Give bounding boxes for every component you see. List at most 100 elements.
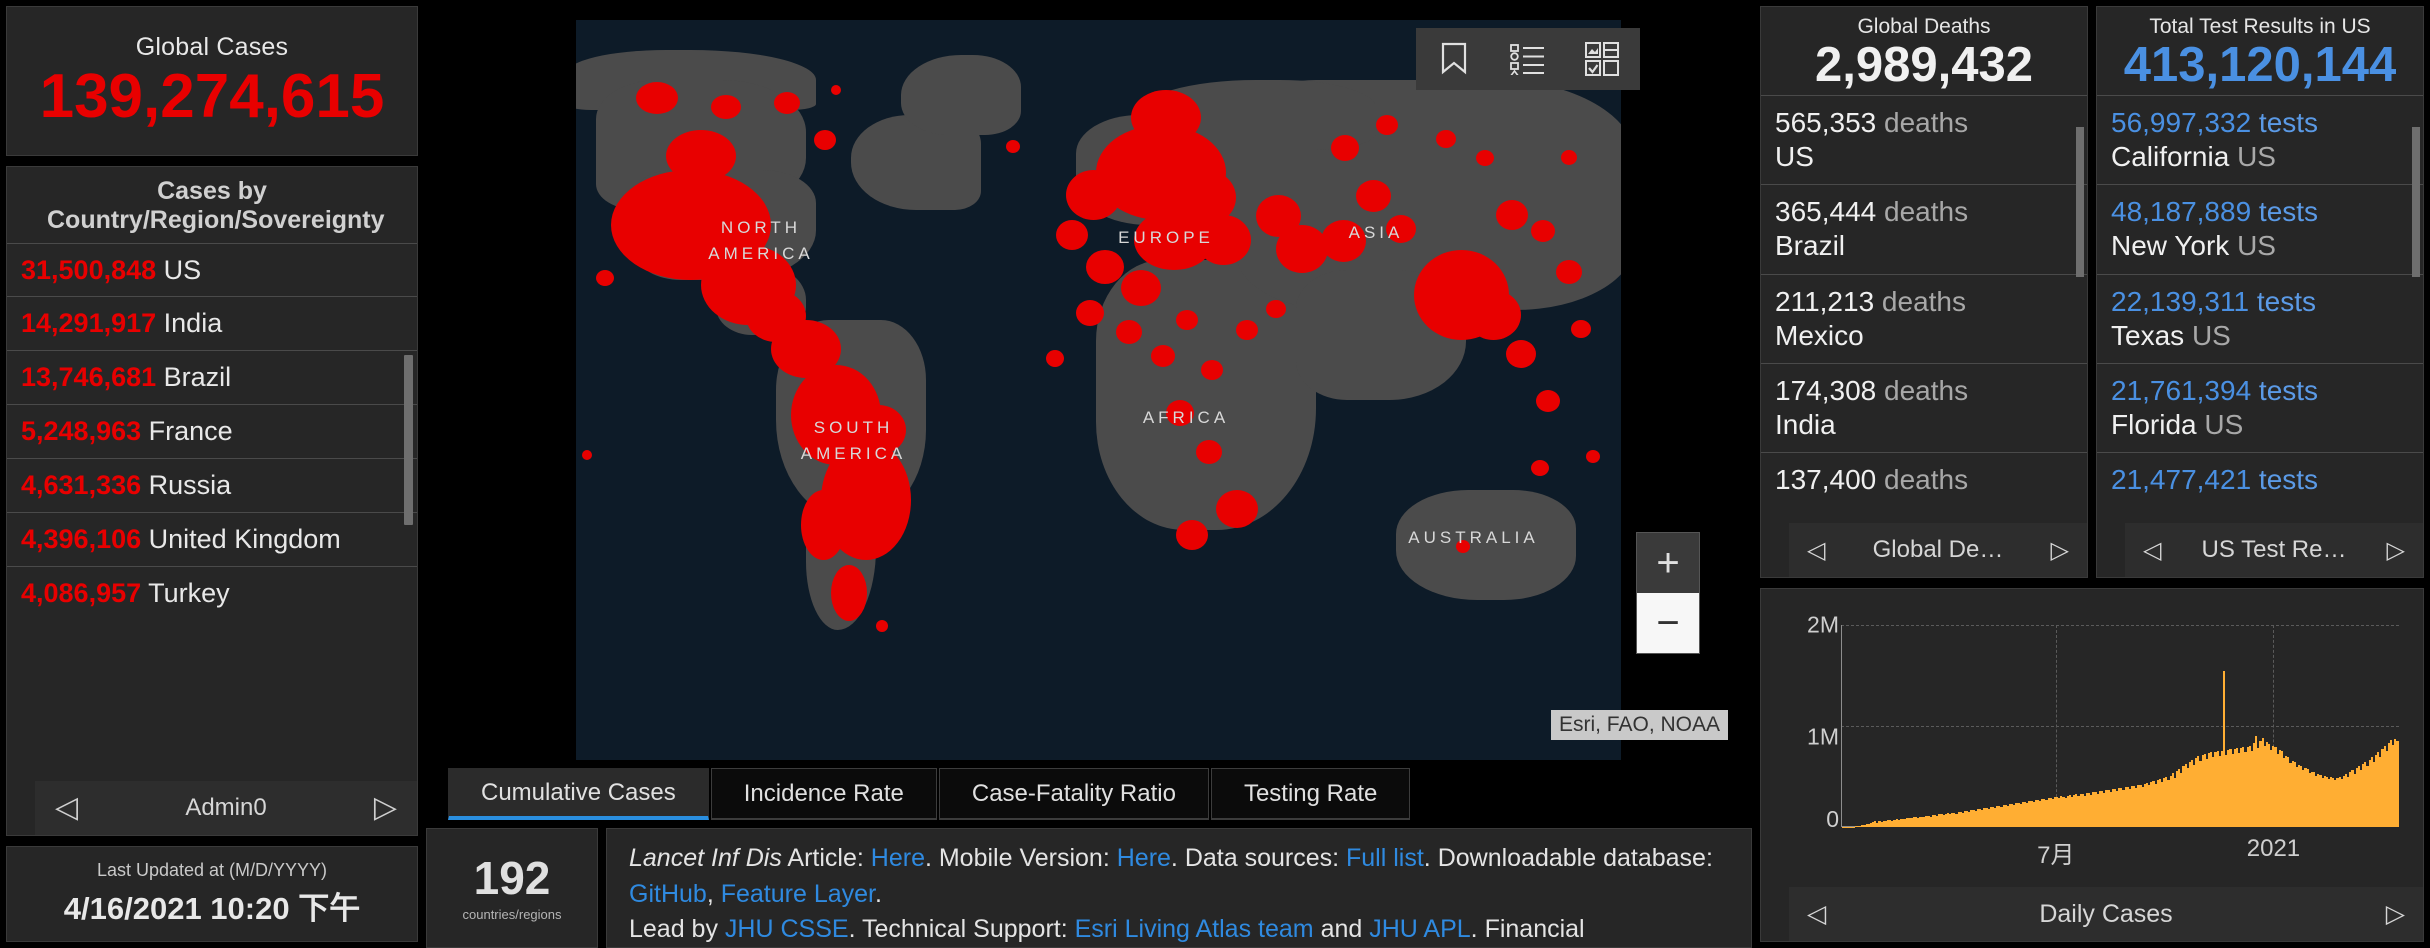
notes-text: . Downloadable database: [1423, 844, 1713, 873]
place-suffix: US [2237, 230, 2276, 262]
global-deaths-list[interactable]: 565,353 deaths US 365,444 deaths Brazil 21… [1761, 94, 2087, 577]
list-item[interactable]: 31,500,848 US [7, 242, 417, 297]
cases-by-country-list[interactable]: 31,500,848 US 14,291,917 India 13,746,68… [7, 242, 417, 782]
place-name: US [1775, 141, 1814, 173]
test-results-title: Total Test Results in US [2149, 15, 2371, 38]
test-count: 56,997,332 [2111, 106, 2252, 138]
nav-label: US Test Re… [2201, 536, 2347, 563]
link-jhu-csse[interactable]: JHU CSSE [725, 915, 849, 943]
case-count: 4,631,336 [21, 470, 142, 501]
next-arrow-icon[interactable]: ▷ [2387, 536, 2405, 565]
case-count: 14,291,917 [21, 308, 157, 339]
link-esri-living-atlas[interactable]: Esri Living Atlas team [1075, 915, 1314, 943]
country-name: India [163, 308, 223, 339]
list-item[interactable]: 56,997,332 tests California US [2097, 94, 2423, 184]
link-here-1[interactable]: Here [871, 844, 925, 872]
tab-incidence-rate[interactable]: Incidence Rate [710, 768, 937, 821]
list-scrollbar[interactable] [2076, 127, 2084, 277]
global-deaths-title: Global Deaths [1857, 15, 1991, 38]
prev-arrow-icon[interactable]: ◁ [1807, 536, 1825, 565]
list-item[interactable]: 21,477,421 tests [2097, 452, 2423, 507]
place-suffix: US [2191, 319, 2231, 351]
left-column: Global Cases 139,274,615 Cases by Countr… [6, 6, 418, 948]
daily-cases-chart-panel: 2M 1M 0 7月 2021 ◁ Daily Cases ▷ [1760, 588, 2424, 942]
death-unit: deaths [1884, 196, 1969, 228]
list-item[interactable]: 137,400 deaths [1761, 452, 2087, 507]
list-item[interactable]: 14,291,917 India [7, 296, 417, 350]
global-deaths-header: Global Deaths 2,989,432 [1761, 7, 2087, 95]
map-tab-bar: Cumulative Cases Incidence Rate Case-Fat… [426, 764, 1752, 821]
death-count: 365,444 [1775, 196, 1877, 228]
map-toolbar [1416, 28, 1640, 90]
death-count: 137,400 [1775, 464, 1877, 496]
case-count: 13,746,681 [21, 362, 157, 393]
list-item[interactable]: 4,631,336 Russia [7, 458, 417, 512]
list-item[interactable]: 565,353 deaths US [1761, 94, 2087, 184]
notes-line-3: Lead by JHU CSSE. Technical Support: Esr… [629, 912, 1729, 947]
footer-row: 192 countries/regions Lancet Inf Dis Art… [426, 820, 1752, 948]
chart-y-axis: 2M 1M 0 [1777, 589, 1839, 885]
place-name: Florida [2111, 408, 2197, 440]
next-arrow-icon[interactable]: ▷ [2386, 899, 2405, 929]
place-suffix: US [2237, 141, 2276, 173]
next-arrow-icon[interactable]: ▷ [2051, 536, 2069, 565]
daily-cases-nav: ◁ Daily Cases ▷ [1789, 887, 2423, 941]
list-item[interactable]: 21,761,394 tests Florida US [2097, 362, 2423, 452]
map-container[interactable]: NORTH AMERICA EUROPE ASIA AFRICA SOUTH A… [426, 6, 1752, 765]
last-updated-panel: Last Updated at (M/D/YYYY) 4/16/2021 10:… [6, 846, 418, 942]
legend-list-icon[interactable] [1502, 33, 1554, 85]
tab-testing-rate[interactable]: Testing Rate [1210, 768, 1411, 821]
prev-arrow-icon[interactable]: ◁ [1807, 899, 1826, 929]
list-item[interactable]: 22,139,311 tests Texas US [2097, 273, 2423, 363]
prev-arrow-icon[interactable]: ◁ [2143, 536, 2161, 565]
list-item[interactable]: 4,396,106 United Kingdom [7, 512, 417, 566]
list-item[interactable]: 365,444 deaths Brazil [1761, 184, 2087, 273]
test-count: 21,477,421 [2111, 464, 2252, 496]
list-item[interactable]: 4,086,957 Turkey [7, 566, 417, 620]
next-arrow-icon[interactable]: ▷ [374, 793, 397, 823]
list-item[interactable]: 48,187,889 tests New York US [2097, 184, 2423, 273]
list-scrollbar[interactable] [404, 354, 413, 525]
bookmark-icon[interactable] [1428, 33, 1480, 85]
y-tick-label: 0 [1826, 806, 1839, 832]
link-jhu-apl[interactable]: JHU APL [1369, 915, 1470, 943]
tab-cumulative-cases[interactable]: Cumulative Cases [448, 768, 709, 821]
notes-panel: Lancet Inf Dis Article: Here. Mobile Ver… [606, 828, 1752, 948]
global-deaths-nav: ◁ Global De… ▷ [1789, 523, 2087, 577]
list-item[interactable]: 5,248,963 France [7, 404, 417, 458]
us-test-results-panel: Total Test Results in US 413,120,144 56,… [2096, 6, 2424, 578]
covid-dashboard: Global Cases 139,274,615 Cases by Countr… [0, 0, 2430, 948]
case-count: 31,500,848 [21, 254, 157, 285]
global-cases-panel: Global Cases 139,274,615 [6, 6, 418, 156]
list-item[interactable]: 211,213 deaths Mexico [1761, 273, 2087, 363]
test-unit: tests [2258, 374, 2319, 406]
y-tick-label: 1M [1807, 723, 1839, 750]
zoom-out-button[interactable]: − [1637, 593, 1699, 654]
country-name: United Kingdom [148, 524, 341, 555]
prev-arrow-icon[interactable]: ◁ [55, 793, 78, 823]
place-name: India [1775, 408, 1836, 440]
notes-text: . Data sources: [1170, 844, 1346, 873]
link-feature-layer[interactable]: Feature Layer [721, 880, 875, 908]
country-name: US [163, 254, 202, 285]
link-here-2[interactable]: Here [1117, 844, 1171, 872]
test-unit: tests [2258, 106, 2319, 138]
y-tick-label: 2M [1807, 611, 1839, 638]
test-results-list[interactable]: 56,997,332 tests California US 48,187,889… [2097, 94, 2423, 577]
list-item[interactable]: 174,308 deaths India [1761, 362, 2087, 452]
last-updated-value: 4/16/2021 10:20 下午 [63, 891, 361, 926]
tab-case-fatality-ratio[interactable]: Case-Fatality Ratio [938, 768, 1209, 821]
global-cases-value: 139,274,615 [39, 61, 385, 131]
cases-by-country-panel: Cases by Country/Region/Sovereignty 31,5… [6, 166, 418, 836]
test-unit: tests [2258, 464, 2319, 496]
zoom-in-button[interactable]: + [1637, 533, 1699, 594]
death-unit: deaths [1884, 106, 1969, 138]
basemap-gallery-icon[interactable] [1576, 33, 1628, 85]
list-item[interactable]: 13,746,681 Brazil [7, 350, 417, 404]
test-count: 48,187,889 [2111, 196, 2252, 228]
map-canvas[interactable]: NORTH AMERICA EUROPE ASIA AFRICA SOUTH A… [576, 20, 1621, 760]
x-tick-label: 7月 [2037, 842, 2075, 869]
link-github[interactable]: GitHub [629, 880, 707, 908]
link-full-list[interactable]: Full list [1346, 844, 1424, 872]
list-scrollbar[interactable] [2412, 127, 2420, 277]
